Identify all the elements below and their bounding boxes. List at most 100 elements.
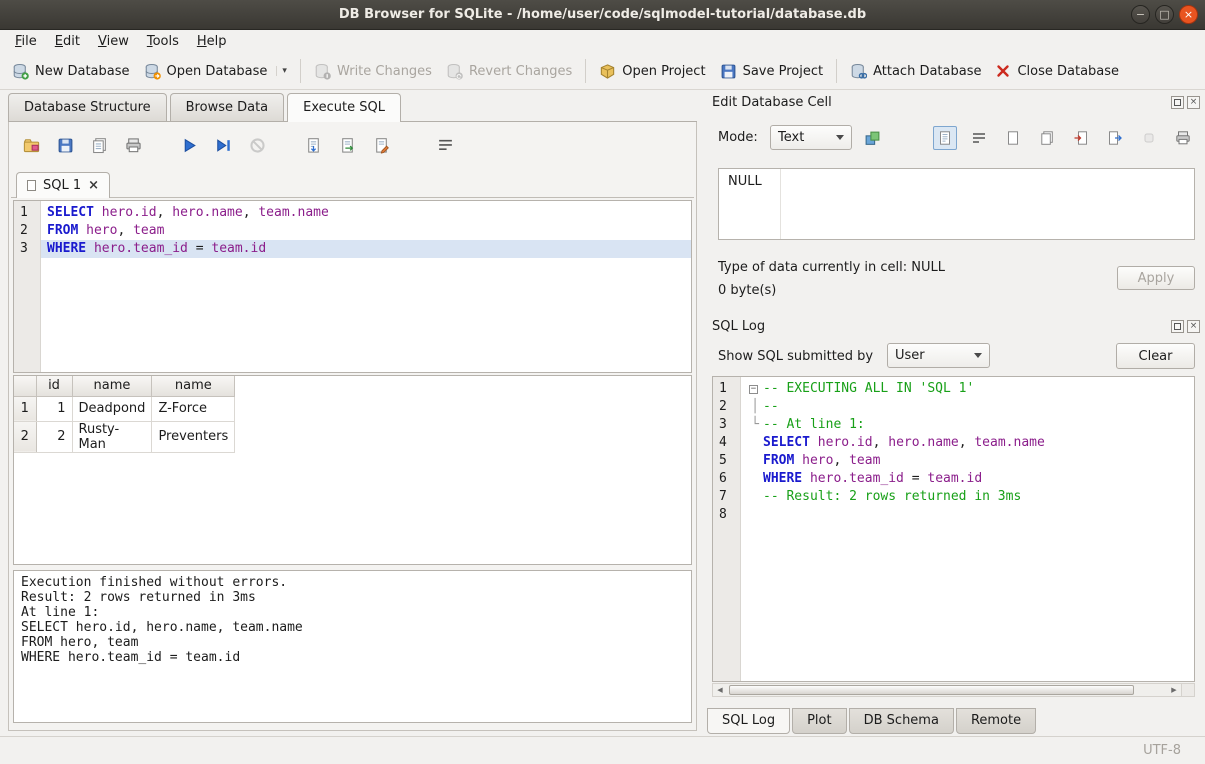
scrollbar-thumb[interactable] xyxy=(729,685,1134,695)
chevron-down-icon xyxy=(836,135,844,140)
close-panel-button[interactable]: × xyxy=(1187,320,1200,333)
cell-id[interactable]: 2 xyxy=(36,421,72,452)
menu-edit[interactable]: Edit xyxy=(46,31,89,52)
word-wrap-icon xyxy=(971,130,987,146)
execute-sql-panel: SQL 1 × 123 SELECT hero.id, hero.name, t… xyxy=(8,122,697,731)
log-horizontal-scrollbar[interactable]: ◀ ▶ xyxy=(712,683,1195,697)
results-corner-cell[interactable] xyxy=(14,376,36,396)
toolbar-separator xyxy=(836,59,837,83)
copy-cell-button[interactable] xyxy=(1035,126,1059,150)
tab-plot[interactable]: Plot xyxy=(792,708,847,734)
results-column-id[interactable]: id xyxy=(36,376,72,396)
menu-help[interactable]: Help xyxy=(188,31,236,52)
cell-team-name[interactable]: Preventers xyxy=(152,421,235,452)
database-revert-icon xyxy=(446,63,463,80)
tab-browse-data[interactable]: Browse Data xyxy=(170,93,285,121)
set-null-button xyxy=(1137,126,1161,150)
float-panel-button[interactable] xyxy=(1171,320,1184,333)
save-as-icon xyxy=(91,137,108,154)
edit-cell-dock-header: Edit Database Cell × xyxy=(712,92,1200,112)
main-tab-bar: Database Structure Browse Data Execute S… xyxy=(8,90,697,122)
edit-sql-button[interactable] xyxy=(368,132,394,158)
close-database-button[interactable]: Close Database xyxy=(988,58,1126,84)
new-database-button[interactable]: New Database xyxy=(5,58,137,85)
scroll-right-icon[interactable]: ▶ xyxy=(1167,686,1181,694)
word-wrap-cell-button[interactable] xyxy=(967,126,991,150)
execute-all-button[interactable] xyxy=(176,132,202,158)
sql-tab-label: SQL 1 xyxy=(43,178,81,193)
close-button[interactable]: × xyxy=(1179,5,1198,24)
close-panel-button[interactable]: × xyxy=(1187,96,1200,109)
float-panel-button[interactable] xyxy=(1171,96,1184,109)
maximize-button[interactable]: □ xyxy=(1155,5,1174,24)
scrollbar-track[interactable] xyxy=(727,684,1167,696)
row-header[interactable]: 1 xyxy=(14,396,36,421)
cell-settings-button[interactable] xyxy=(860,126,884,150)
menu-view[interactable]: View xyxy=(89,31,138,52)
tab-remote[interactable]: Remote xyxy=(956,708,1036,734)
editor-code-area[interactable]: SELECT hero.id, hero.name, team.nameFROM… xyxy=(41,201,691,372)
import-cell-data-button[interactable] xyxy=(1069,126,1093,150)
dock-tab-bar: SQL Log Plot DB Schema Remote xyxy=(707,708,1038,734)
editor-line-numbers: 123 xyxy=(14,201,41,372)
open-project-button[interactable]: Open Project xyxy=(592,58,712,85)
print-sql-button[interactable] xyxy=(120,132,146,158)
tab-db-schema[interactable]: DB Schema xyxy=(849,708,954,734)
toolbar-separator xyxy=(300,59,301,83)
print-cell-button[interactable] xyxy=(1171,126,1195,150)
sql-log-dock-header: SQL Log × xyxy=(712,316,1200,336)
cell-id[interactable]: 1 xyxy=(36,396,72,421)
sql-document-tab[interactable]: SQL 1 × xyxy=(16,172,110,198)
open-sql-file-button[interactable] xyxy=(18,132,44,158)
database-new-icon xyxy=(12,63,29,80)
menu-tools[interactable]: Tools xyxy=(138,31,188,52)
database-attach-icon xyxy=(850,63,867,80)
export-results-button[interactable] xyxy=(300,132,326,158)
attach-database-button[interactable]: Attach Database xyxy=(843,58,988,85)
sql-toolbar xyxy=(9,122,696,168)
cell-value-editor[interactable]: NULL xyxy=(718,168,1195,240)
save-results-view-button[interactable] xyxy=(334,132,360,158)
new-document-button[interactable] xyxy=(1001,126,1025,150)
word-wrap-button[interactable] xyxy=(432,132,458,158)
results-column-team-name[interactable]: name xyxy=(152,376,235,396)
set-null-icon xyxy=(1141,130,1157,146)
row-header[interactable]: 2 xyxy=(14,421,36,452)
cell-settings-icon xyxy=(864,130,881,147)
results-table: id name name 1 1 Deadpond Z-Force 2 2 Ru… xyxy=(14,376,235,453)
mode-select[interactable]: Text xyxy=(770,125,852,150)
cell-editor-toolbar: Mode: Text xyxy=(705,125,1205,152)
tab-execute-sql[interactable]: Execute SQL xyxy=(287,93,401,122)
right-pane: Edit Database Cell × Mode: Text xyxy=(705,90,1205,736)
filter-label: Show SQL submitted by xyxy=(718,349,873,364)
text-document-button[interactable] xyxy=(933,126,957,150)
save-results-icon xyxy=(339,137,356,154)
new-document-icon xyxy=(1005,130,1021,146)
menu-file[interactable]: File xyxy=(6,31,46,52)
clear-log-button[interactable]: Clear xyxy=(1116,343,1195,369)
close-tab-icon[interactable]: × xyxy=(88,180,99,191)
open-database-button[interactable]: Open Database ▾ xyxy=(137,58,294,85)
sql-document-icon xyxy=(27,180,36,191)
export-cell-data-button[interactable] xyxy=(1103,126,1127,150)
table-row: 2 2 Rusty-Man Preventers xyxy=(14,421,235,452)
results-column-hero-name[interactable]: name xyxy=(72,376,152,396)
open-database-dropdown-icon[interactable]: ▾ xyxy=(276,66,287,76)
tab-database-structure[interactable]: Database Structure xyxy=(8,93,167,121)
cell-hero-name[interactable]: Deadpond xyxy=(72,396,152,421)
project-open-icon xyxy=(599,63,616,80)
tab-sql-log[interactable]: SQL Log xyxy=(707,708,790,734)
word-wrap-icon xyxy=(437,137,454,154)
save-sql-file-button[interactable] xyxy=(52,132,78,158)
results-header-row: id name name xyxy=(14,376,235,396)
minimize-button[interactable]: − xyxy=(1131,5,1150,24)
cell-team-name[interactable]: Z-Force xyxy=(152,396,235,421)
sql-editor[interactable]: 123 SELECT hero.id, hero.name, team.name… xyxy=(13,200,692,373)
save-sql-as-button[interactable] xyxy=(86,132,112,158)
cell-hero-name[interactable]: Rusty-Man xyxy=(72,421,152,452)
save-project-button[interactable]: Save Project xyxy=(713,58,831,85)
submitted-by-select[interactable]: User xyxy=(887,343,990,368)
execute-current-line-button[interactable] xyxy=(210,132,236,158)
scroll-left-icon[interactable]: ◀ xyxy=(713,686,727,694)
left-pane: Database Structure Browse Data Execute S… xyxy=(0,90,705,736)
